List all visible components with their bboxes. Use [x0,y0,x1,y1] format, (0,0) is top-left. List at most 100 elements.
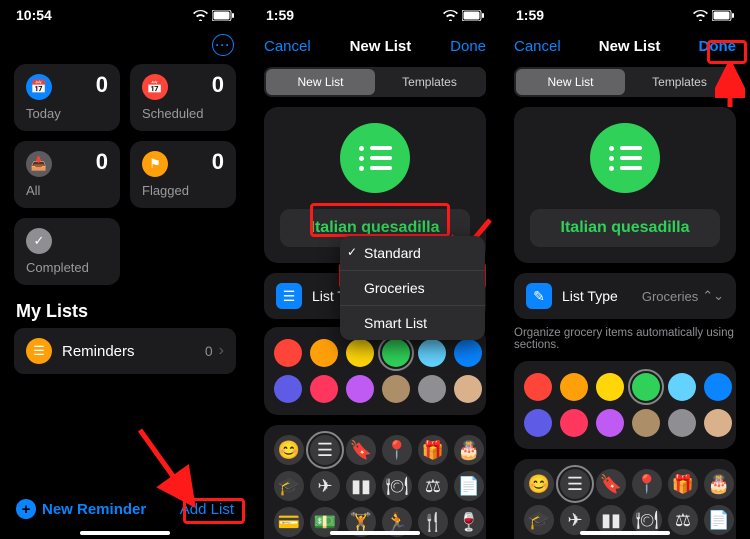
cancel-button[interactable]: Cancel [514,38,561,55]
color-swatch[interactable] [310,339,338,367]
icon-picker: 😊☰🔖📍🎁🎂🎓✈▮▮🍽⚖📄💳💵🏋🏃🍴🍷💊🩺🪑🏠🏢🏛 [514,459,736,539]
color-swatch[interactable] [418,375,446,403]
icon-option[interactable]: 📍 [632,469,662,499]
color-swatch[interactable] [382,375,410,403]
nav-bar: Cancel New List Done [500,30,750,63]
list-bullet-icon: ☰ [26,338,52,364]
segment-templates[interactable]: Templates [625,69,734,95]
icon-option[interactable]: 🎓 [524,505,554,535]
color-swatch[interactable] [454,339,482,367]
icon-option[interactable]: 😊 [274,435,304,465]
icon-option[interactable]: 💳 [274,507,304,537]
color-swatch[interactable] [560,373,588,401]
list-bullet-icon: ☰ [276,283,302,309]
add-list-button[interactable]: Add List [180,501,234,518]
icon-option[interactable]: 🍷 [454,507,484,537]
status-time: 10:54 [16,7,52,23]
calendar-icon: 📅 [142,74,168,100]
icon-option[interactable]: 🎁 [668,469,698,499]
list-type-value: Groceries⌃⌄ [642,288,724,304]
icon-option[interactable]: ▮▮ [346,471,376,501]
icon-option[interactable]: 🔖 [596,469,626,499]
icon-option[interactable]: 📍 [382,435,412,465]
icon-option[interactable]: 📄 [704,505,734,535]
home-indicator[interactable] [80,531,170,535]
icon-option[interactable]: 😊 [524,469,554,499]
color-swatch[interactable] [524,409,552,437]
card-count: 0 [212,72,224,98]
list-count: 0 [205,343,213,359]
more-options-button[interactable]: ··· [212,34,234,56]
icon-option[interactable]: 🎁 [418,435,448,465]
icon-option[interactable]: ☰ [560,469,590,499]
list-name-input[interactable] [530,209,720,247]
color-picker [264,327,486,415]
segment-new-list[interactable]: New List [266,69,375,95]
card-flagged[interactable]: ⚑ 0 Flagged [130,141,236,208]
color-swatch[interactable] [668,373,696,401]
my-lists-header: My Lists [0,297,250,328]
list-type-row[interactable]: ✎ List Type Groceries⌃⌄ [514,273,736,319]
icon-option[interactable]: 🔖 [346,435,376,465]
flag-icon: ⚑ [142,151,168,177]
battery-icon [212,10,234,21]
card-completed[interactable]: ✓ Completed [14,218,120,285]
card-all[interactable]: 📥 0 All [14,141,120,208]
segment-new-list[interactable]: New List [516,69,625,95]
segmented-control[interactable]: New List Templates [264,67,486,97]
icon-option[interactable]: 🎓 [274,471,304,501]
color-swatch[interactable] [524,373,552,401]
card-count: 0 [212,149,224,175]
done-button[interactable]: Done [450,38,486,55]
icon-option[interactable]: ✈ [310,471,340,501]
card-label: Completed [26,260,108,275]
icon-option[interactable]: 🎂 [704,469,734,499]
done-button[interactable]: Done [698,38,736,55]
phone-screen-3: 1:59 Cancel New List Done New List Templ… [500,0,750,539]
color-swatch[interactable] [418,339,446,367]
cancel-button[interactable]: Cancel [264,38,311,55]
new-reminder-label: New Reminder [42,501,146,518]
icon-option[interactable]: ⚖ [418,471,448,501]
status-time: 1:59 [266,7,294,23]
color-swatch[interactable] [346,339,374,367]
option-standard[interactable]: Standard [340,236,485,270]
status-icons [443,10,484,21]
icon-option[interactable]: 📄 [454,471,484,501]
wifi-icon [693,10,708,21]
color-swatch[interactable] [632,409,660,437]
status-bar: 10:54 [0,0,250,30]
color-swatch[interactable] [668,409,696,437]
color-swatch[interactable] [704,409,732,437]
color-swatch[interactable] [310,375,338,403]
color-swatch[interactable] [454,375,482,403]
icon-option[interactable]: 🎂 [454,435,484,465]
icon-option[interactable]: 🍴 [418,507,448,537]
color-swatch[interactable] [274,339,302,367]
icon-option[interactable]: 🍽 [382,471,412,501]
list-reminders[interactable]: ☰ Reminders 0 › [14,328,236,374]
color-swatch[interactable] [560,409,588,437]
option-smart-list[interactable]: Smart List [340,305,485,340]
list-name: Reminders [62,343,205,360]
plus-icon: + [16,499,36,519]
color-swatch[interactable] [346,375,374,403]
color-swatch[interactable] [704,373,732,401]
segment-templates[interactable]: Templates [375,69,484,95]
smart-lists-grid: 📅 0 Today 📅 0 Scheduled 📥 0 All ⚑ 0 Flag… [0,64,250,297]
new-reminder-button[interactable]: + New Reminder [16,499,146,519]
card-count: 0 [96,149,108,175]
color-swatch[interactable] [632,373,660,401]
icon-option[interactable]: ⚖ [668,505,698,535]
icon-option[interactable]: ☰ [310,435,340,465]
color-swatch[interactable] [274,375,302,403]
color-swatch[interactable] [596,373,624,401]
card-today[interactable]: 📅 0 Today [14,64,120,131]
home-indicator[interactable] [580,531,670,535]
option-groceries[interactable]: Groceries [340,270,485,305]
home-indicator[interactable] [330,531,420,535]
card-scheduled[interactable]: 📅 0 Scheduled [130,64,236,131]
color-swatch[interactable] [596,409,624,437]
color-swatch[interactable] [382,339,410,367]
segmented-control[interactable]: New List Templates [514,67,736,97]
